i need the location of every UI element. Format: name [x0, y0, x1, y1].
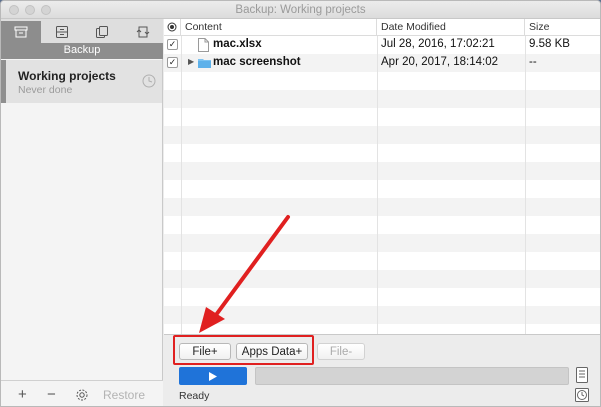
row-checkbox[interactable]: ✓: [167, 57, 178, 68]
log-document-icon[interactable]: [575, 367, 589, 383]
status-text: Ready: [179, 390, 210, 402]
column-date-modified[interactable]: Date Modified: [377, 19, 525, 36]
remove-project-button[interactable]: −: [47, 387, 56, 402]
empty-row: [164, 108, 600, 126]
content-pane: Content Date Modified Size ✓ mac.xlsx Ju…: [164, 19, 600, 406]
empty-row: [164, 234, 600, 252]
project-name: Working projects: [18, 69, 116, 83]
gear-icon[interactable]: [75, 388, 89, 402]
empty-row: [164, 180, 600, 198]
sidebar-footer: + − Restore: [1, 380, 163, 406]
folder-icon: [198, 59, 211, 68]
empty-row: [164, 216, 600, 234]
file-list: ✓ mac.xlsx Jul 28, 2016, 17:02:21 9.58 K…: [164, 36, 600, 351]
start-backup-button[interactable]: [179, 367, 247, 385]
file-size: --: [529, 56, 537, 68]
empty-row: [164, 72, 600, 90]
empty-row: [164, 126, 600, 144]
copy-icon: [96, 26, 108, 38]
remove-file-button[interactable]: File-: [317, 343, 365, 360]
project-item-working-projects[interactable]: Working projects Never done: [1, 60, 162, 103]
column-divider: [181, 36, 182, 351]
mode-toolbar: Backup: [1, 19, 163, 59]
sync-mode-button[interactable]: [123, 21, 163, 43]
column-divider: [525, 36, 526, 351]
empty-row: [164, 252, 600, 270]
file-size: 9.58 KB: [529, 38, 570, 50]
mode-label: Backup: [1, 43, 163, 59]
file-row-mac-xlsx[interactable]: ✓ mac.xlsx Jul 28, 2016, 17:02:21 9.58 K…: [164, 36, 600, 54]
restore-button[interactable]: Restore: [103, 388, 145, 402]
file-date: Apr 20, 2017, 18:14:02: [381, 56, 499, 68]
archive-icon: [14, 26, 28, 38]
table-header: Content Date Modified Size: [164, 19, 600, 36]
backup-progress-bar: [255, 367, 569, 385]
play-icon: [209, 371, 217, 381]
sync-icon: [136, 26, 150, 38]
disclosure-triangle-icon[interactable]: ▶: [188, 57, 194, 66]
title-bar: Backup: Working projects: [1, 1, 600, 19]
empty-row: [164, 198, 600, 216]
add-apps-data-button[interactable]: Apps Data+: [236, 343, 308, 360]
select-all-column[interactable]: [164, 19, 181, 36]
folder-name: mac screenshot: [213, 56, 301, 68]
clone-mode-button[interactable]: [42, 21, 82, 43]
empty-row: [164, 144, 600, 162]
empty-row: [164, 90, 600, 108]
column-divider: [377, 36, 378, 351]
project-status: Never done: [18, 84, 73, 96]
file-row-mac-screenshot[interactable]: ✓ ▶ mac screenshot Apr 20, 2017, 18:14:0…: [164, 54, 600, 72]
document-icon: [198, 38, 209, 52]
empty-row: [164, 288, 600, 306]
empty-row: [164, 306, 600, 324]
sidebar: Backup Working projects Never done + − R…: [1, 19, 163, 406]
schedule-clock-icon[interactable]: [575, 387, 589, 403]
file-date: Jul 28, 2016, 17:02:21: [381, 38, 495, 50]
app-window: Backup: Working projects Backup Working …: [0, 0, 601, 407]
copy-mode-button[interactable]: [82, 21, 122, 43]
window-title: Backup: Working projects: [235, 4, 366, 16]
file-name: mac.xlsx: [213, 38, 262, 50]
empty-row: [164, 270, 600, 288]
column-size[interactable]: Size: [525, 19, 600, 36]
row-checkbox[interactable]: ✓: [167, 39, 178, 50]
add-project-button[interactable]: +: [18, 387, 27, 402]
add-file-button[interactable]: File+: [179, 343, 231, 360]
empty-row: [164, 162, 600, 180]
action-panel: File+ Apps Data+ File- Ready: [164, 334, 600, 406]
clock-icon[interactable]: [142, 74, 156, 88]
drawer-icon: [56, 26, 68, 38]
radio-target-icon: [167, 22, 177, 32]
backup-mode-button[interactable]: [1, 21, 41, 43]
column-content[interactable]: Content: [181, 19, 377, 36]
